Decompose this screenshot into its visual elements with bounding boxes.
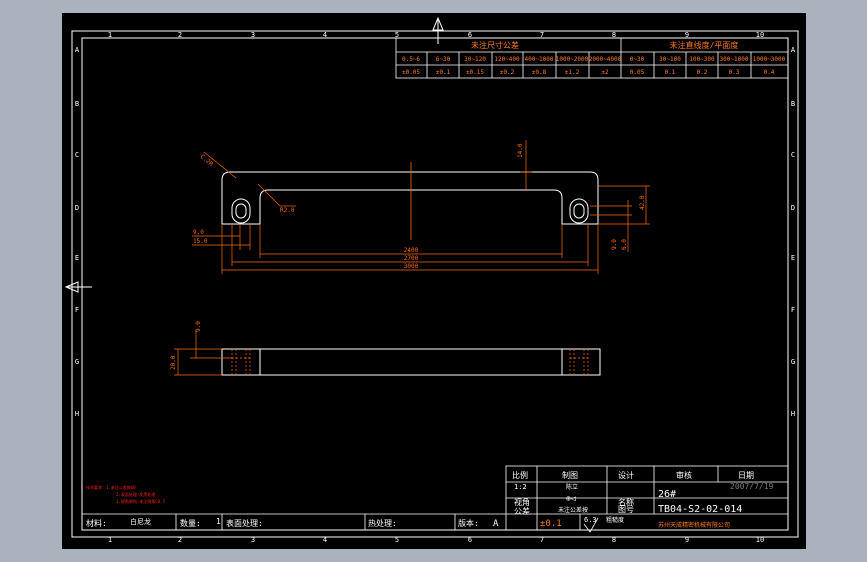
dim-slot: R2.0 bbox=[280, 207, 295, 214]
dim-side-top: 9.0 bbox=[195, 321, 202, 332]
flatness-range: 30~100 bbox=[659, 56, 681, 63]
count-label: 数量: bbox=[180, 518, 201, 528]
row-label: E bbox=[75, 254, 79, 262]
row-label: H bbox=[791, 410, 795, 418]
view-label: 视角 bbox=[514, 497, 530, 507]
tolerance-value: ±1.2 bbox=[565, 69, 580, 76]
date-label: 日期 bbox=[738, 471, 754, 480]
dim-left-a: 9.0 bbox=[193, 229, 204, 236]
flatness-range: 300~1000 bbox=[720, 56, 749, 63]
column-label: 2 bbox=[178, 536, 182, 544]
dim-right-b: 6.0 bbox=[621, 239, 628, 250]
row-label: G bbox=[75, 358, 79, 366]
tolerance-value: ±0.05 bbox=[402, 69, 420, 76]
flatness-value: 0.3 bbox=[729, 69, 740, 76]
surface-label: 粗糙度 bbox=[606, 516, 624, 524]
drawn-value: 陈立 bbox=[566, 483, 578, 491]
tolerance-heading-left: 未注尺寸公差 bbox=[471, 40, 519, 50]
tolerance-value: ±0.2 bbox=[500, 69, 515, 76]
tolerance-range: 1000~2000 bbox=[556, 56, 589, 63]
name-value: 26# bbox=[658, 489, 676, 500]
row-label: B bbox=[791, 100, 795, 108]
tolerance-value: ±0.1 bbox=[436, 69, 451, 76]
row-label: D bbox=[75, 204, 79, 212]
tolerance-range: 6~30 bbox=[436, 56, 451, 63]
dim-side-total: 20.0 bbox=[170, 355, 177, 370]
finish-label: 表面处理: bbox=[226, 518, 263, 528]
tolerance-range: 400~1000 bbox=[525, 56, 554, 63]
row-label: E bbox=[791, 254, 795, 262]
rev-value: A bbox=[493, 519, 499, 529]
scale-label: 比例 bbox=[512, 470, 528, 480]
tolerance-value: ±2 bbox=[601, 69, 609, 76]
row-label: D bbox=[791, 204, 795, 212]
row-label: F bbox=[791, 306, 795, 314]
tolerance-value: ±0.15 bbox=[466, 69, 484, 76]
tolerance-range: 120~400 bbox=[494, 56, 520, 63]
note-line: 技术要求：1.未注公差按GB bbox=[86, 484, 136, 490]
column-label: 3 bbox=[251, 31, 255, 39]
drawn-label: 制图 bbox=[562, 470, 578, 480]
column-label: 2 bbox=[178, 31, 182, 39]
tolerance-ranges-left: 0.5~6 6~30 30~120 120~400 400~1000 1000~2000 2… bbox=[402, 56, 622, 63]
dim-mid-length: 2700 bbox=[404, 255, 419, 262]
column-label: 3 bbox=[251, 536, 255, 544]
column-label: 7 bbox=[540, 536, 544, 544]
drawing-no-label: 图号 bbox=[618, 505, 634, 514]
row-label: F bbox=[75, 306, 79, 314]
count-value: 1 bbox=[216, 517, 221, 526]
scale-value: 1:2 bbox=[514, 483, 527, 491]
tolerance-label: 公差 bbox=[514, 506, 530, 516]
dim-side-height: 42.0 bbox=[639, 195, 646, 210]
design-label: 设计 bbox=[618, 470, 634, 480]
material-value: 白尼龙 bbox=[130, 517, 151, 526]
flatness-value: 0.4 bbox=[764, 69, 775, 76]
note-line: 2.表面处理:发黑处理 bbox=[116, 491, 155, 497]
cad-viewport[interactable]: 1 2 3 4 5 6 7 8 9 10 1 2 3 4 5 6 7 8 9 10 ABCDEFGH ABCDEFG… bbox=[0, 0, 867, 562]
flatness-value: 0.05 bbox=[630, 69, 645, 76]
column-label: 8 bbox=[612, 536, 616, 544]
company-name: 苏州天成精密机械有限公司 bbox=[658, 521, 730, 529]
column-label: 10 bbox=[756, 536, 764, 544]
row-label: G bbox=[791, 358, 795, 366]
dim-total-length: 3000 bbox=[404, 263, 419, 270]
column-label: 5 bbox=[395, 536, 399, 544]
check-label: 审核 bbox=[676, 470, 692, 480]
rev-label: 版本: bbox=[458, 518, 479, 528]
tolerance-heading-right: 未注直线度/平面度 bbox=[670, 40, 739, 50]
column-label: 1 bbox=[108, 31, 112, 39]
roughness-value: 6.3 bbox=[584, 516, 597, 524]
date-value: 2007/7/19 bbox=[730, 482, 774, 491]
heat-label: 热处理: bbox=[368, 518, 397, 528]
column-label: 1 bbox=[108, 536, 112, 544]
tolerance-range: 30~120 bbox=[464, 56, 486, 63]
drawing-no-value: TB04-S2-02-014 bbox=[658, 504, 742, 515]
column-label: 4 bbox=[323, 31, 327, 39]
row-label: C bbox=[75, 151, 79, 159]
material-label: 材料: bbox=[86, 518, 107, 528]
drawing-canvas bbox=[62, 13, 806, 549]
note-line: 3.锐角倒钝:未注倒角C0.5 bbox=[116, 498, 165, 504]
row-label: C bbox=[791, 151, 795, 159]
flatness-range: 1000~3000 bbox=[753, 56, 786, 63]
row-label: B bbox=[75, 100, 79, 108]
flatness-range: 100~300 bbox=[689, 56, 715, 63]
flatness-value: 0.2 bbox=[697, 69, 708, 76]
tolerance-range: 0.5~6 bbox=[402, 56, 420, 63]
column-label: 6 bbox=[468, 536, 472, 544]
tolerance-value: ±0.8 bbox=[532, 69, 547, 76]
dim-top-gap: 14.0 bbox=[517, 143, 524, 158]
row-label: H bbox=[75, 410, 79, 418]
tolerance-value: ±0.1 bbox=[540, 519, 562, 529]
material-note: 未注公差按 bbox=[558, 506, 588, 514]
view-symbol: ⊕◁ bbox=[566, 494, 576, 503]
dim-left-b: 15.0 bbox=[193, 238, 208, 245]
dim-right-a: 9.0 bbox=[611, 239, 618, 250]
column-label: 4 bbox=[323, 536, 327, 544]
tolerance-range: 2000~4000 bbox=[589, 56, 622, 63]
flatness-value: 0.1 bbox=[665, 69, 676, 76]
dim-inner-length: 2400 bbox=[404, 247, 419, 254]
flatness-range: 0~30 bbox=[630, 56, 645, 63]
column-label: 9 bbox=[685, 536, 689, 544]
